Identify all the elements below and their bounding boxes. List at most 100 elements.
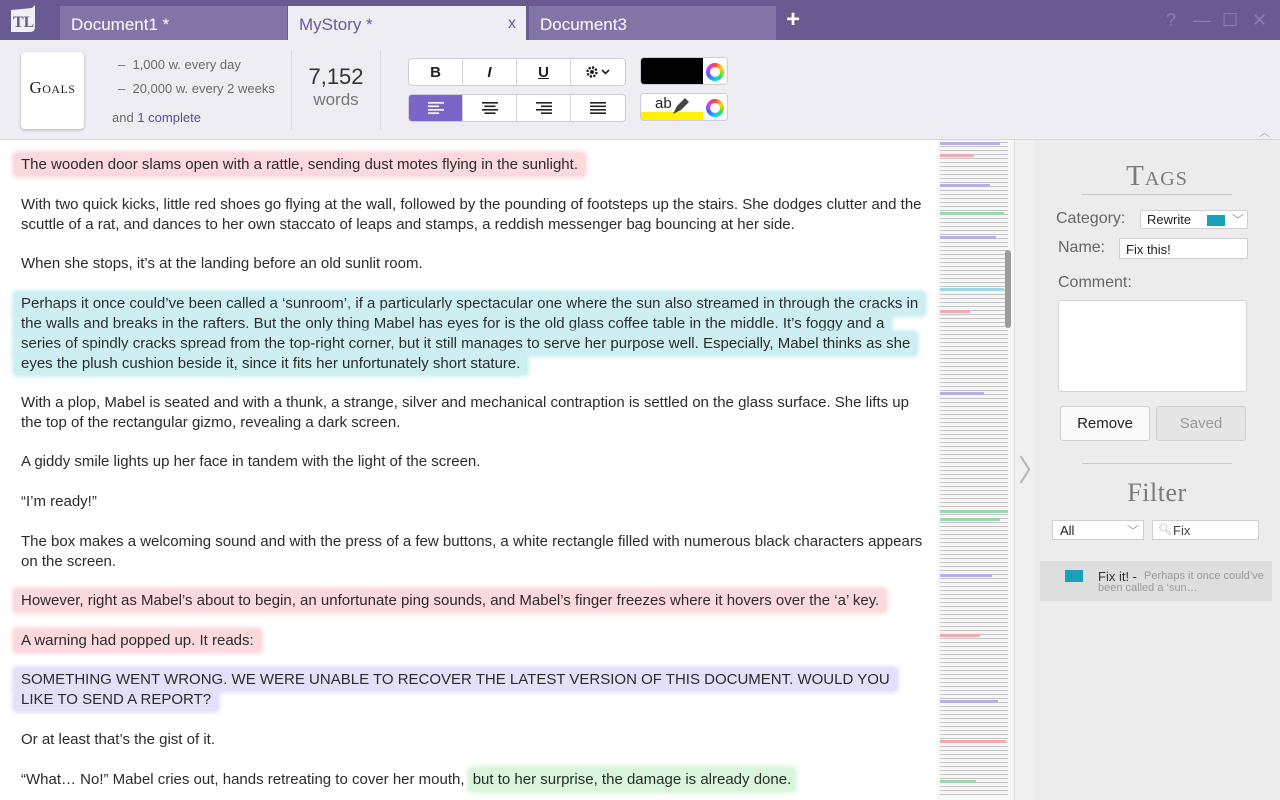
- tab-document1[interactable]: Document1 *: [60, 6, 287, 40]
- minimap-highlight: [940, 574, 992, 577]
- filter-search-input[interactable]: 🔍︎ Fix: [1152, 520, 1259, 540]
- filter-search-value: Fix: [1173, 523, 1191, 538]
- goal-text: 1,000 w. every day: [132, 57, 241, 72]
- minimap-highlight: [940, 740, 1006, 743]
- paragraph-text: When she stops, it’s at the landing befo…: [21, 255, 423, 272]
- minimap-scrollbar[interactable]: [1005, 250, 1011, 328]
- italic-button[interactable]: I: [463, 59, 517, 85]
- paragraph[interactable]: When she stops, it’s at the landing befo…: [21, 254, 931, 274]
- close-tab-icon[interactable]: x: [508, 15, 516, 33]
- paragraph-text: The box makes a welcoming sound and with…: [21, 533, 923, 570]
- align-justify-icon: [590, 102, 606, 114]
- paragraph[interactable]: SOMETHING WENT WRONG. WE WERE UNABLE TO …: [14, 668, 901, 711]
- align-left-button[interactable]: [409, 95, 463, 121]
- filter-result-item[interactable]: Fix it! - Perhaps it once could’ve been …: [1040, 561, 1272, 601]
- paragraph-text: With two quick kicks, little red shoes g…: [21, 196, 922, 233]
- tagged-highlight[interactable]: Perhaps it once could’ve been called a ‘…: [14, 292, 926, 375]
- underline-button[interactable]: U: [517, 59, 571, 85]
- minimap-highlight: [940, 288, 1004, 291]
- add-tab-button[interactable]: +: [786, 6, 800, 34]
- comment-label: Comment:: [1058, 274, 1132, 291]
- paragraph[interactable]: The box makes a welcoming sound and with…: [21, 532, 931, 572]
- paragraph[interactable]: A warning had popped up. It reads:: [14, 629, 931, 652]
- minimap-highlight: [940, 392, 984, 395]
- align-left-icon: [427, 102, 444, 114]
- text-color-picker[interactable]: [640, 57, 728, 85]
- minimize-icon[interactable]: —: [1193, 10, 1211, 31]
- alignment-group: [408, 94, 626, 122]
- goals-complete-link[interactable]: 1 complete: [137, 110, 201, 125]
- remove-button[interactable]: Remove: [1060, 406, 1150, 441]
- category-value: Rewrite: [1147, 212, 1192, 227]
- paragraph[interactable]: With two quick kicks, little red shoes g…: [21, 195, 931, 235]
- close-window-icon[interactable]: ✕: [1252, 10, 1267, 31]
- maximize-icon[interactable]: ☐: [1222, 10, 1238, 31]
- paragraph-text: “What… No!” Mabel cries out, hands retre…: [21, 771, 469, 788]
- tagged-highlight[interactable]: but to her surprise, the damage is alrea…: [468, 768, 796, 791]
- paragraph[interactable]: A giddy smile lights up her face in tand…: [21, 452, 931, 472]
- minimap-highlight: [940, 212, 1004, 215]
- document-minimap[interactable]: [937, 140, 1014, 800]
- paragraph-text: Or at least that’s the gist of it.: [21, 731, 215, 748]
- divider: [1082, 463, 1232, 464]
- gear-icon: [586, 66, 610, 78]
- goals-button[interactable]: Goals: [21, 52, 84, 129]
- bold-button[interactable]: B: [409, 59, 463, 85]
- word-count-label: words: [313, 90, 359, 109]
- tag-name-input[interactable]: Fix this!: [1119, 238, 1248, 259]
- paragraph[interactable]: The wooden door slams open with a rattle…: [14, 153, 931, 176]
- tags-title: Tags: [1126, 160, 1188, 192]
- paragraph[interactable]: However, right as Mabel’s about to begin…: [14, 589, 931, 612]
- paragraph[interactable]: “I’m ready!”: [21, 492, 931, 512]
- filter-title: Filter: [1127, 478, 1187, 507]
- color-wheel-icon[interactable]: [706, 63, 724, 81]
- help-icon[interactable]: ?: [1166, 10, 1176, 31]
- color-wheel-icon[interactable]: [706, 99, 724, 117]
- tab-label: MyStory *: [299, 15, 373, 34]
- goals-complete: and 1 complete: [112, 110, 201, 125]
- text-color-swatch[interactable]: [641, 58, 703, 84]
- align-right-button[interactable]: [517, 95, 571, 121]
- settings-dropdown[interactable]: [571, 59, 625, 85]
- comment-textarea[interactable]: [1058, 300, 1247, 392]
- minimap-highlight: [940, 634, 980, 637]
- minimap-highlight: [940, 700, 998, 703]
- highlight-swatch[interactable]: ab: [641, 94, 703, 120]
- paragraph[interactable]: Perhaps it once could’ve been called a ‘…: [14, 292, 926, 375]
- paragraph-text: “I’m ready!”: [21, 493, 97, 510]
- tagged-highlight[interactable]: The wooden door slams open with a rattle…: [14, 153, 585, 176]
- category-color-swatch: [1207, 215, 1225, 226]
- tab-mystory[interactable]: MyStory * x: [288, 6, 526, 40]
- tagged-highlight[interactable]: A warning had popped up. It reads:: [14, 629, 261, 652]
- tab-document3[interactable]: Document3: [529, 6, 776, 40]
- tagged-highlight[interactable]: However, right as Mabel’s about to begin…: [14, 589, 887, 612]
- align-center-button[interactable]: [463, 95, 517, 121]
- align-justify-button[interactable]: [571, 95, 625, 121]
- paragraph[interactable]: With a plop, Mabel is seated and with a …: [21, 393, 931, 433]
- result-color-swatch: [1065, 570, 1083, 582]
- collapse-toolbar-icon[interactable]: ︿: [1259, 124, 1270, 140]
- paragraph[interactable]: “What… No!” Mabel cries out, hands retre…: [21, 768, 931, 791]
- paragraph[interactable]: Or at least that’s the gist of it.: [21, 730, 931, 750]
- minimap-highlight: [940, 510, 1008, 513]
- saved-button[interactable]: Saved: [1156, 406, 1246, 441]
- chevron-down-icon: ﹀: [1126, 524, 1139, 538]
- filter-select[interactable]: All ﹀: [1052, 520, 1144, 540]
- goal-item: – 20,000 w. every 2 weeks: [118, 81, 275, 96]
- name-label: Name:: [1058, 239, 1106, 256]
- word-count-value: 7,152: [308, 64, 364, 89]
- highlight-color-picker[interactable]: ab: [640, 93, 728, 121]
- word-count: 7,152 words: [300, 64, 372, 110]
- title-bar: TL Document1 * MyStory * x Document3 + ?…: [0, 0, 1280, 40]
- align-center-icon: [481, 102, 498, 114]
- goals-label: Goals: [29, 78, 76, 97]
- app-logo: TL: [11, 5, 35, 32]
- app-logo-text: TL: [13, 14, 34, 31]
- document-editor[interactable]: The wooden door slams open with a rattle…: [0, 140, 937, 800]
- goal-text: 20,000 w. every 2 weeks: [132, 81, 275, 96]
- divider: [1082, 194, 1232, 195]
- category-select[interactable]: Rewrite ﹀: [1140, 210, 1248, 229]
- chevron-down-icon: ﹀: [1231, 213, 1244, 227]
- minimap-highlight: [940, 780, 976, 783]
- tagged-highlight[interactable]: SOMETHING WENT WRONG. WE WERE UNABLE TO …: [14, 668, 897, 711]
